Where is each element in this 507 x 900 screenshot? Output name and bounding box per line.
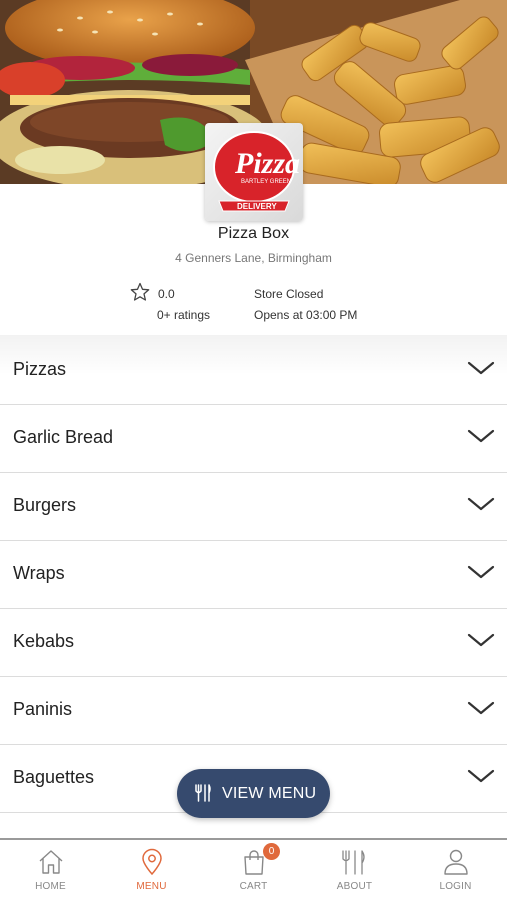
- tab-cart[interactable]: 0 CART: [203, 840, 304, 900]
- category-row-burgers[interactable]: Burgers: [0, 473, 507, 541]
- tab-label: ABOUT: [336, 881, 373, 892]
- logo-banner-text: DELIVERY: [237, 202, 277, 211]
- chevron-down-icon[interactable]: [467, 562, 495, 582]
- tab-menu[interactable]: MENU: [101, 840, 202, 900]
- category-row-paninis[interactable]: Paninis: [0, 677, 507, 745]
- tab-label: MENU: [136, 881, 167, 892]
- cutlery-icon: [195, 784, 211, 802]
- location-pin-icon: [142, 848, 162, 876]
- tab-about[interactable]: ABOUT: [304, 840, 405, 900]
- cart-count-badge: 0: [263, 843, 280, 860]
- user-icon: [444, 849, 468, 875]
- category-label: Baguettes: [13, 767, 95, 787]
- tab-login[interactable]: LOGIN: [405, 840, 506, 900]
- chevron-down-icon[interactable]: [467, 358, 495, 378]
- category-row-pizzas[interactable]: Pizzas: [0, 337, 507, 405]
- bottom-tab-bar: HOME MENU 0 CART ABOUT LOGIN: [0, 838, 507, 900]
- star-icon: [130, 282, 150, 301]
- store-address: 4 Genners Lane, Birmingham: [175, 251, 332, 265]
- store-name: Pizza Box: [217, 225, 290, 242]
- cutlery-icon: [342, 850, 365, 875]
- logo-tagline: BARTLEY GREEN: [241, 179, 291, 185]
- category-label: Kebabs: [13, 631, 75, 651]
- store-opening-time: Opens at 03:00 PM: [254, 308, 358, 322]
- view-menu-button[interactable]: VIEW MENU: [177, 769, 330, 818]
- chevron-down-icon[interactable]: [467, 698, 495, 718]
- chevron-down-icon[interactable]: [467, 494, 495, 514]
- chevron-down-icon[interactable]: [467, 630, 495, 650]
- category-row-wraps[interactable]: Wraps: [0, 541, 507, 609]
- home-icon: [39, 850, 63, 874]
- pizza-box-logo: Pizza BARTLEY GREEN DELIVERY: [213, 131, 300, 212]
- category-label: Wraps: [13, 563, 65, 583]
- rating-value: 0.0: [158, 287, 175, 301]
- chevron-down-icon[interactable]: [467, 766, 495, 786]
- tab-label: HOME: [35, 881, 66, 892]
- category-label: Burgers: [13, 495, 77, 515]
- store-logo: Pizza BARTLEY GREEN DELIVERY: [205, 123, 303, 221]
- tab-label: CART: [239, 881, 268, 892]
- category-row-garlic-bread[interactable]: Garlic Bread: [0, 405, 507, 473]
- store-status: Store Closed: [254, 287, 324, 301]
- category-label: Pizzas: [13, 359, 67, 379]
- category-list: Pizzas Garlic Bread Burgers Wraps Kebabs…: [0, 337, 507, 813]
- ratings-count: 0+ ratings: [157, 308, 211, 322]
- logo-b-letter: Pizza: [234, 147, 300, 180]
- tab-home[interactable]: HOME: [0, 840, 101, 900]
- view-menu-label: VIEW MENU: [222, 785, 317, 802]
- tab-label: LOGIN: [439, 881, 472, 892]
- category-label: Paninis: [13, 699, 73, 719]
- chevron-down-icon[interactable]: [467, 426, 495, 446]
- category-row-kebabs[interactable]: Kebabs: [0, 609, 507, 677]
- category-label: Garlic Bread: [13, 427, 114, 447]
